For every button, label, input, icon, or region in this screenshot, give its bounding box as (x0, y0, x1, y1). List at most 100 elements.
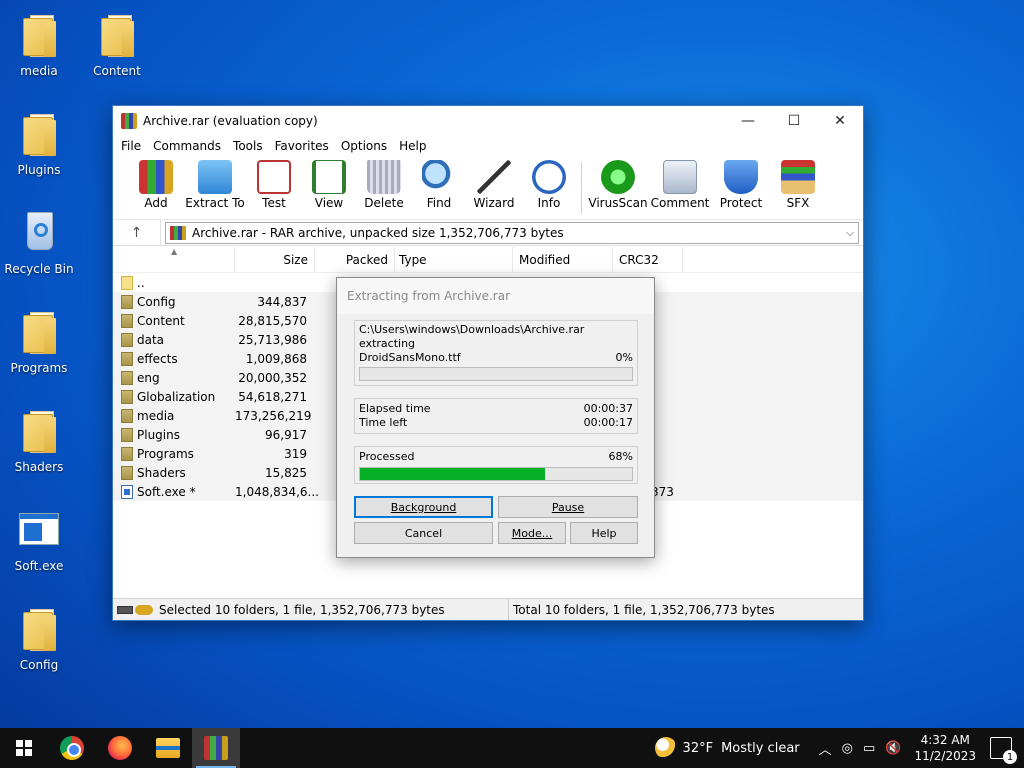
current-file: DroidSansMono.ttf (359, 351, 461, 364)
file-progress-group: C:\Users\windows\Downloads\Archive.rar e… (354, 320, 638, 386)
processed-percent: 68% (608, 450, 633, 463)
extract-to-icon (198, 160, 232, 194)
address-text: Archive.rar - RAR archive, unpacked size… (192, 225, 564, 240)
meet-now-icon[interactable]: ◎ (842, 741, 853, 756)
column-size[interactable]: Size (235, 247, 315, 273)
recycle-bin-icon (19, 210, 59, 256)
desktop-icon-label: media (20, 64, 58, 78)
folder-icon (121, 294, 133, 309)
processed-group: Processed 68% (354, 446, 638, 484)
weather-moon-icon[interactable] (654, 737, 677, 759)
column-crc32[interactable]: CRC32 (613, 247, 683, 273)
help-button[interactable]: Help (570, 522, 638, 544)
desktop-icon-programs[interactable]: Programs (1, 303, 77, 383)
mode-button[interactable]: Mode... (498, 522, 566, 544)
column-packed[interactable]: Packed (315, 247, 395, 273)
volume-muted-icon[interactable]: 🔇 (885, 741, 901, 756)
wizard-icon (477, 160, 511, 194)
pause-button[interactable]: Pause (498, 496, 638, 518)
cancel-button[interactable]: Cancel (354, 522, 493, 544)
menu-favorites[interactable]: Favorites (269, 139, 335, 153)
start-button[interactable] (0, 728, 48, 768)
add-button[interactable]: Add (129, 160, 183, 210)
desktop-icon-label: Recycle Bin (4, 262, 74, 276)
chevron-down-icon[interactable]: ⌵ (842, 226, 858, 240)
folder-icon (19, 408, 59, 454)
view-button[interactable]: View (302, 160, 356, 210)
column-type[interactable]: Type (395, 247, 513, 273)
taskbar-chrome[interactable] (48, 728, 96, 768)
taskbar-winrar[interactable] (192, 728, 240, 768)
folder-icon (121, 351, 133, 366)
time-left-value: 00:00:17 (583, 416, 633, 429)
network-icon[interactable]: ▭ (863, 741, 875, 756)
extract-to-button[interactable]: Extract To (184, 160, 246, 210)
taskbar-file-explorer[interactable] (144, 728, 192, 768)
clock[interactable]: 4:32 AM 11/2/2023 (914, 732, 976, 764)
desktop-icon-label: Content (93, 64, 141, 78)
info-button[interactable]: Info (522, 160, 576, 210)
system-tray: 32°F Mostly clear ︿ ◎ ▭ 🔇 4:32 AM 11/2/2… (654, 728, 1024, 768)
file-explorer-icon (156, 738, 180, 758)
notification-count: 1 (1003, 750, 1017, 764)
file-progress-bar (359, 367, 633, 381)
desktop-icon-label: Soft.exe (14, 559, 64, 573)
desktop-icon-soft-exe[interactable]: Soft.exe (1, 501, 77, 581)
desktop-icon-config[interactable]: Config (1, 600, 77, 680)
dialog-title[interactable]: Extracting from Archive.rar (337, 278, 654, 314)
up-arrow-icon[interactable]: ↑ (113, 219, 161, 246)
taskbar: 32°F Mostly clear ︿ ◎ ▭ 🔇 4:32 AM 11/2/2… (0, 728, 1024, 768)
desktop-icon-label: Shaders (14, 460, 64, 474)
protect-button[interactable]: Protect (712, 160, 770, 210)
notification-icon[interactable]: 1 (990, 737, 1017, 764)
taskbar-firefox[interactable] (96, 728, 144, 768)
folder-icon (19, 606, 59, 652)
processed-label: Processed (359, 450, 415, 463)
chevron-up-icon[interactable]: ︿ (819, 739, 832, 758)
close-button[interactable]: ✕ (817, 106, 863, 136)
comment-icon (663, 160, 697, 194)
elapsed-label: Elapsed time (359, 402, 431, 415)
wizard-button[interactable]: Wizard (467, 160, 521, 210)
exe-icon (19, 507, 59, 553)
column-modified[interactable]: Modified (513, 247, 613, 273)
menu-tools[interactable]: Tools (227, 139, 269, 153)
address-field[interactable]: Archive.rar - RAR archive, unpacked size… (165, 221, 859, 244)
background-button[interactable]: Background (354, 496, 493, 518)
elapsed-value: 00:00:37 (583, 402, 633, 415)
desktop-icon-plugins[interactable]: Plugins (1, 105, 77, 185)
delete-button[interactable]: Delete (357, 160, 411, 210)
minimize-button[interactable]: — (725, 106, 771, 136)
maximize-button[interactable]: ☐ (771, 106, 817, 136)
desktop-icon-shaders[interactable]: Shaders (1, 402, 77, 482)
desktop-icon-recycle-bin[interactable]: Recycle Bin (1, 204, 77, 284)
find-button[interactable]: Find (412, 160, 466, 210)
title-bar[interactable]: Archive.rar (evaluation copy) — ☐ ✕ (113, 106, 863, 136)
toolbar: Add Extract To Test View Delete Find Wiz… (113, 156, 863, 220)
menu-help[interactable]: Help (393, 139, 432, 153)
test-button[interactable]: Test (247, 160, 301, 210)
folder-icon (121, 465, 133, 480)
comment-button[interactable]: Comment (649, 160, 711, 210)
protect-icon (724, 160, 758, 194)
virusscan-button[interactable]: VirusScan (588, 160, 648, 210)
folder-icon (121, 427, 133, 442)
weather-temp[interactable]: 32°F (683, 741, 714, 756)
window-title: Archive.rar (evaluation copy) (143, 114, 318, 128)
menu-commands[interactable]: Commands (147, 139, 227, 153)
exe-icon (121, 484, 133, 499)
status-bar: Selected 10 folders, 1 file, 1,352,706,7… (113, 598, 863, 620)
desktop-icon-media[interactable]: media (1, 6, 77, 86)
status-total: Total 10 folders, 1 file, 1,352,706,773 … (513, 602, 775, 617)
drive-icon (117, 605, 133, 614)
menu-file[interactable]: File (115, 139, 147, 153)
sfx-button[interactable]: SFX (771, 160, 825, 210)
toolbar-separator (581, 162, 582, 214)
archive-path: C:\Users\windows\Downloads\Archive.rar (359, 323, 585, 336)
desktop-icon-label: Programs (10, 361, 68, 375)
desktop-icon-content[interactable]: Content (79, 6, 155, 86)
archive-icon (170, 225, 186, 240)
firefox-icon (108, 736, 132, 760)
weather-desc[interactable]: Mostly clear (721, 741, 800, 756)
menu-options[interactable]: Options (335, 139, 393, 153)
